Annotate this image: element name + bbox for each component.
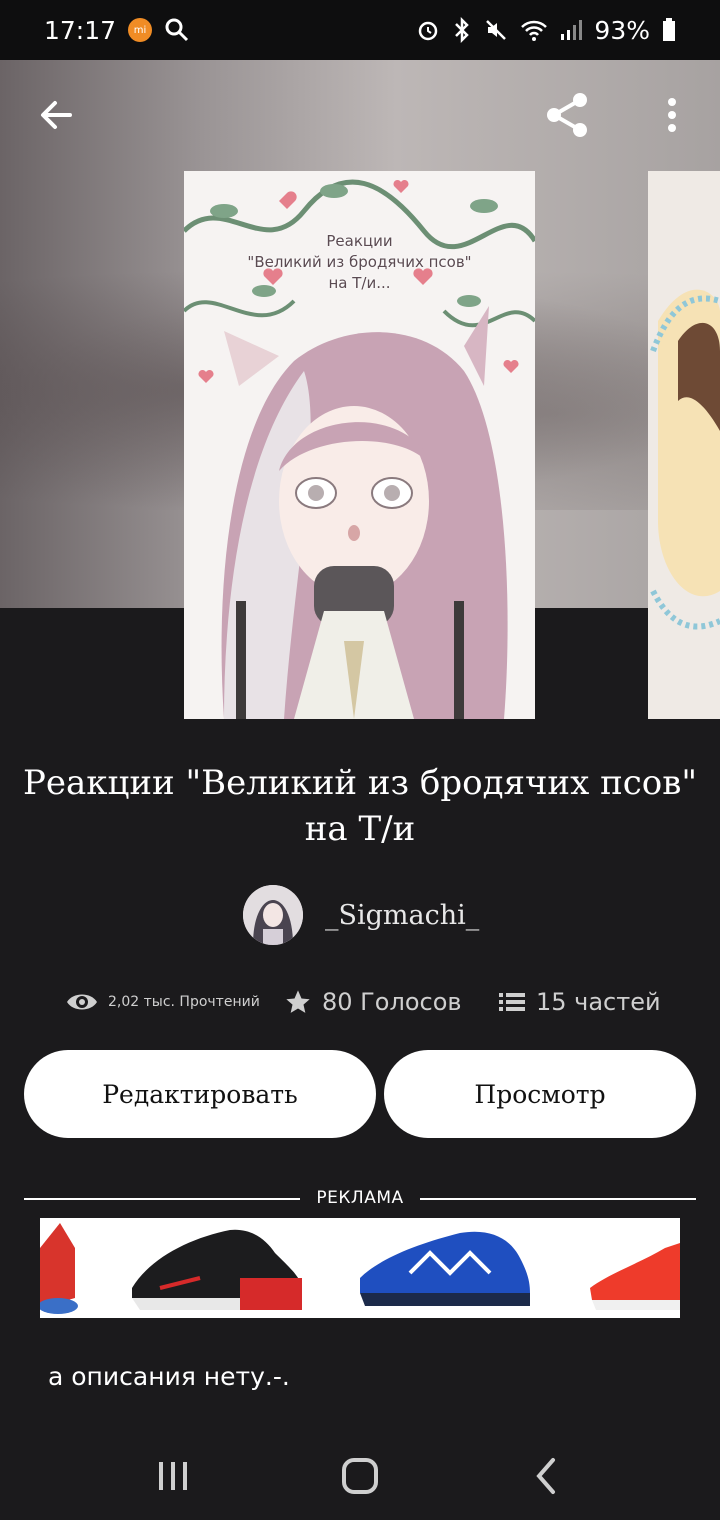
author-row[interactable]: _Sigmachi_ bbox=[243, 885, 479, 945]
battery-icon bbox=[663, 18, 675, 41]
story-title: Реакции "Великий из бродячих псов" на Т/… bbox=[22, 763, 698, 849]
system-navigation-bar bbox=[0, 1432, 720, 1520]
edit-button[interactable]: Редактировать bbox=[24, 1050, 376, 1138]
ad-banner[interactable] bbox=[40, 1218, 680, 1318]
reads-count: 2,02 тыс. Прочтений bbox=[108, 994, 260, 1010]
more-options-button[interactable] bbox=[642, 85, 702, 145]
author-name[interactable]: _Sigmachi_ bbox=[325, 900, 479, 931]
more-vertical-icon bbox=[668, 98, 676, 132]
arrow-left-icon bbox=[41, 101, 72, 129]
wifi-icon bbox=[521, 20, 548, 41]
votes-count: 80 Голосов bbox=[322, 988, 462, 1016]
recent-apps-icon[interactable] bbox=[153, 1456, 193, 1496]
story-stats: 2,02 тыс. Прочтений 80 Голосов 15 частей bbox=[66, 982, 666, 1022]
status-bar: 17:17 mi 93% bbox=[0, 0, 720, 60]
alarm-icon bbox=[419, 21, 438, 41]
back-button[interactable] bbox=[26, 85, 86, 145]
cover-text: Реакции "Великий из бродячих псов" на Т/… bbox=[247, 232, 472, 292]
parts-stat: 15 частей bbox=[498, 988, 661, 1016]
eye-icon bbox=[67, 994, 97, 1010]
mute-icon bbox=[486, 20, 507, 40]
mi-icon: mi bbox=[128, 18, 153, 42]
avatar-image bbox=[243, 885, 303, 945]
battery-percent: 93% bbox=[594, 15, 650, 45]
ad-divider-left bbox=[24, 1198, 300, 1200]
view-button[interactable]: Просмотр bbox=[384, 1050, 696, 1138]
ad-divider-right bbox=[420, 1198, 696, 1200]
next-cover-illustration bbox=[648, 171, 720, 719]
votes-stat: 80 Голосов bbox=[284, 988, 490, 1016]
author-avatar[interactable] bbox=[243, 885, 303, 945]
signal-icon bbox=[561, 20, 583, 40]
home-icon[interactable] bbox=[340, 1456, 380, 1496]
share-button[interactable] bbox=[537, 85, 597, 145]
story-description: а описания нету.-. bbox=[48, 1362, 290, 1391]
bluetooth-icon bbox=[455, 17, 470, 43]
next-story-cover[interactable] bbox=[648, 171, 720, 719]
star-icon bbox=[286, 990, 310, 1013]
ad-banner-image bbox=[40, 1218, 680, 1318]
back-nav-icon[interactable] bbox=[527, 1456, 567, 1496]
ad-label: РЕКЛАМА bbox=[316, 1188, 404, 1208]
reads-stat: 2,02 тыс. Прочтений bbox=[66, 991, 264, 1013]
clock: 17:17 bbox=[44, 15, 117, 45]
share-icon bbox=[547, 93, 587, 137]
parts-count: 15 частей bbox=[536, 988, 661, 1016]
list-icon bbox=[499, 993, 525, 1011]
story-cover[interactable]: Реакции "Великий из бродячих псов" на Т/… bbox=[184, 171, 535, 719]
search-icon bbox=[165, 18, 189, 42]
